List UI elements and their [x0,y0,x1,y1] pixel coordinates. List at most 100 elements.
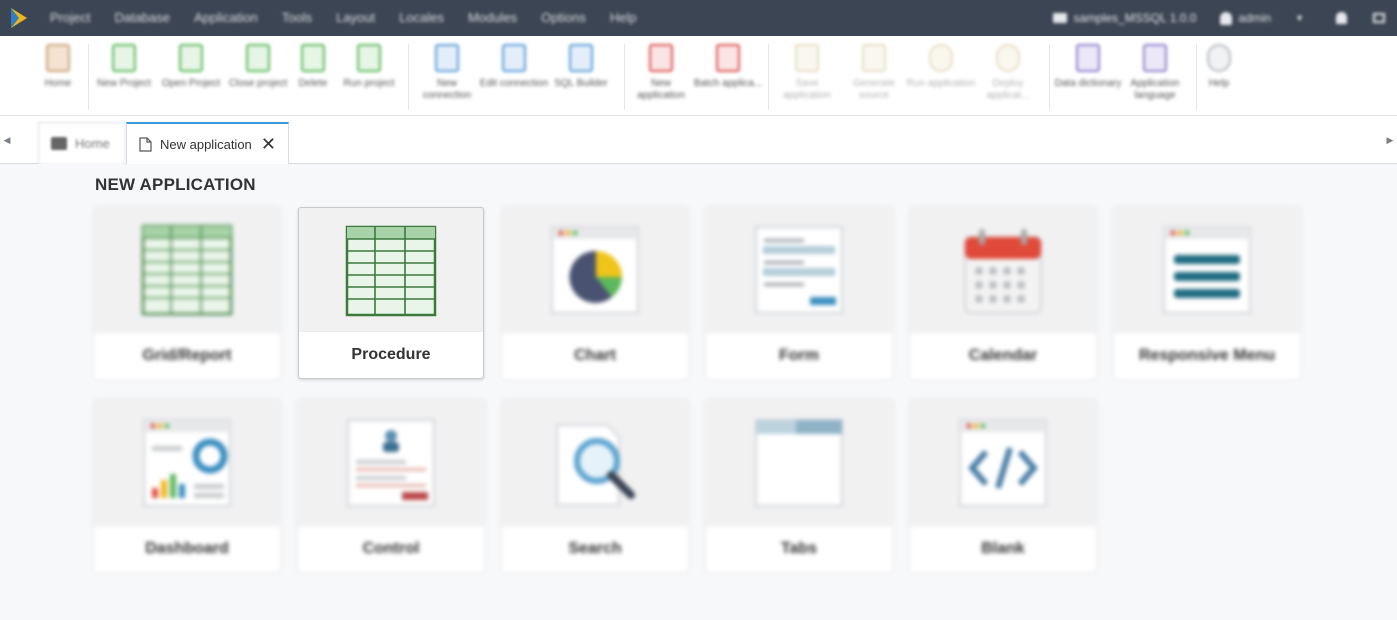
toolbar: Home New Project Open Project Close proj… [0,36,1397,116]
control-icon [347,418,435,507]
app-logo [0,0,38,36]
toolbar-separator [88,44,89,110]
new-connection-icon [435,44,459,72]
open-project-icon [179,44,203,72]
tab-home[interactable]: Home [38,122,126,164]
procedure-icon [345,225,437,316]
card-search[interactable]: Search [502,400,688,572]
toolbar-new-application-button[interactable]: New application [631,44,691,112]
toolbar-separator [1049,44,1050,110]
toolbar-separator [768,44,769,110]
toolbar-new-project-button[interactable]: New Project [94,44,154,112]
card-control[interactable]: Control [298,400,484,572]
menu-application[interactable]: Application [182,0,270,36]
run-project-icon [357,44,381,72]
close-project-icon [246,44,270,72]
tab-new-application-label: New application [160,136,252,152]
card-dashboard[interactable]: Dashboard [94,400,280,572]
tab-home-label: Home [75,136,110,151]
window-button[interactable] [1361,13,1397,23]
toolbar-separator [624,44,625,110]
toolbar-run-application-button[interactable]: Run application [907,44,975,112]
tabs-icon [755,418,843,507]
card-procedure[interactable]: Procedure [298,207,484,379]
chevron-down-icon: ▼ [1295,13,1304,23]
user-menu[interactable]: admin ▼ [1208,11,1316,25]
toolbar-run-project-button[interactable]: Run project [339,44,399,112]
menu-bar: Project Database Application Tools Layou… [0,0,1397,36]
card-grid-report[interactable]: Grid/Report [94,207,280,379]
toolbar-separator [408,44,409,110]
menu-help[interactable]: Help [598,0,649,36]
toolbar-edit-connection-button[interactable]: Edit connection [480,44,548,112]
card-responsive-menu[interactable]: Responsive Menu [1114,207,1300,379]
menu-locales[interactable]: Locales [387,0,456,36]
toolbar-data-dictionary-button[interactable]: Data dictionary [1055,44,1121,112]
calendar-icon [964,228,1042,314]
grid-report-icon [141,224,233,315]
toolbar-help-button[interactable]: Help [1189,44,1249,112]
menu-project[interactable]: Project [38,0,102,36]
card-label: Grid/Report [94,332,280,379]
card-label: Tabs [706,525,892,572]
logo-icon [11,8,27,28]
edit-connection-icon [502,44,526,72]
home-icon [46,44,70,72]
menu-modules[interactable]: Modules [456,0,529,36]
notifications-button[interactable] [1316,12,1361,24]
form-icon [755,225,843,314]
run-application-icon [929,44,953,72]
help-icon [1207,44,1231,72]
new-application-icon [649,44,673,72]
card-label: Responsive Menu [1114,332,1300,379]
menu-options[interactable]: Options [529,0,598,36]
user-icon [1220,11,1233,25]
tab-strip: ◀ Home New application ✕ ▶ [0,116,1397,164]
card-label: Procedure [299,331,483,378]
scroll-right-arrow-icon[interactable]: ▶ [1383,116,1397,164]
generate-source-icon [862,44,886,72]
toolbar-save-application-button[interactable]: Save application [777,44,837,112]
tab-new-application[interactable]: New application ✕ [126,122,289,164]
toolbar-generate-source-button[interactable]: Generate source [844,44,904,112]
card-label: Blank [910,525,1096,572]
card-calendar[interactable]: Calendar [910,207,1096,379]
current-project[interactable]: samples_MSSQL 1.0.0 [1041,11,1208,25]
current-project-label: samples_MSSQL 1.0.0 [1073,11,1197,25]
search-icon [556,423,635,506]
toolbar-deploy-application-button[interactable]: Deploy applicat... [978,44,1038,112]
card-label: Calendar [910,332,1096,379]
menu-layout[interactable]: Layout [324,0,387,36]
card-label: Control [298,525,484,572]
menu-database[interactable]: Database [102,0,182,36]
document-icon [139,136,152,152]
card-label: Search [502,525,688,572]
card-chart[interactable]: Chart [502,207,688,379]
toolbar-application-language-button[interactable]: Application language [1125,44,1185,112]
menu-tools[interactable]: Tools [270,0,324,36]
save-application-icon [795,44,819,72]
card-tabs[interactable]: Tabs [706,400,892,572]
chart-icon [551,225,639,314]
user-name: admin [1238,11,1272,25]
card-form[interactable]: Form [706,207,892,379]
deploy-application-icon [996,44,1020,72]
new-project-icon [112,44,136,72]
responsive-menu-icon [1163,225,1251,314]
toolbar-sql-builder-button[interactable]: SQL Builder [551,44,611,112]
bell-icon [1336,12,1347,24]
toolbar-new-connection-button[interactable]: New connection [417,44,477,112]
card-label: Dashboard [94,525,280,572]
home-icon [51,137,67,150]
sql-builder-icon [569,44,593,72]
toolbar-home-button[interactable]: Home [28,44,88,112]
scroll-left-arrow-icon[interactable]: ◀ [0,116,14,164]
batch-application-icon [716,44,740,72]
delete-icon [301,44,325,72]
data-dictionary-icon [1076,44,1100,72]
card-blank[interactable]: Blank [910,400,1096,572]
toolbar-batch-application-button[interactable]: Batch applica... [694,44,762,112]
card-label: Chart [502,332,688,379]
close-icon[interactable]: ✕ [261,135,276,153]
toolbar-open-project-button[interactable]: Open Project [161,44,221,112]
